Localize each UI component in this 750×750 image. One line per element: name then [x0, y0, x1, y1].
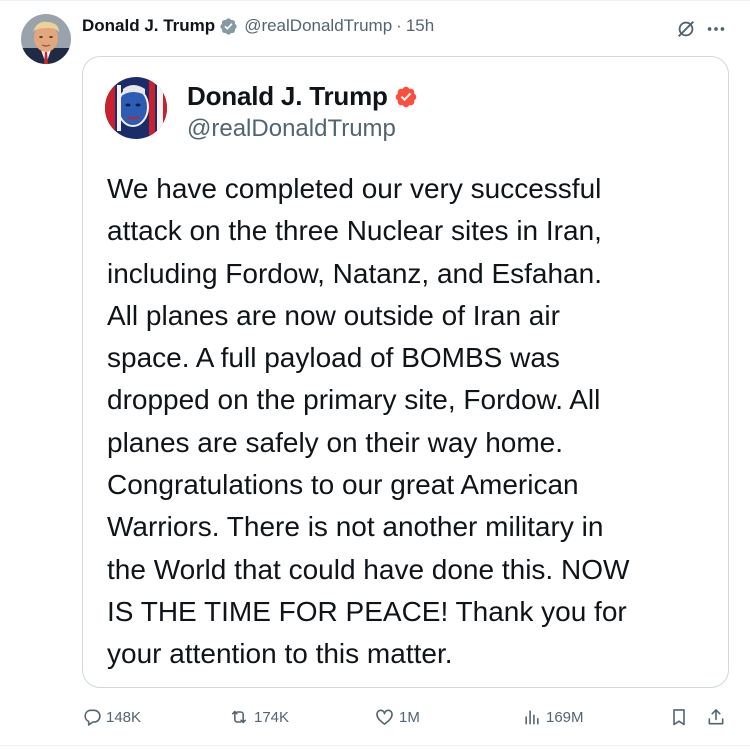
- bookmark-icon: [669, 706, 689, 728]
- views-count: 169M: [546, 708, 584, 726]
- author-name[interactable]: Donald J. Trump: [82, 16, 215, 36]
- reply-count: 148K: [106, 708, 142, 726]
- like-count: 1M: [399, 708, 420, 726]
- top-divider: [0, 0, 750, 1]
- reply-button[interactable]: 148K: [82, 700, 141, 734]
- share-button[interactable]: [706, 700, 726, 734]
- truth-verified-badge-icon[interactable]: [394, 85, 418, 109]
- reply-icon: [82, 707, 102, 727]
- more-icon[interactable]: [704, 18, 728, 40]
- bookmark-button[interactable]: [669, 700, 689, 734]
- separator-dot: ·: [396, 16, 402, 35]
- action-bar: 148K 174K 1M 169M: [0, 700, 750, 734]
- heart-icon: [374, 707, 395, 727]
- verified-badge-icon[interactable]: [219, 17, 238, 36]
- quoted-author-handle[interactable]: @realDonaldTrump: [187, 115, 396, 143]
- author-avatar[interactable]: [21, 14, 71, 64]
- grok-icon[interactable]: [675, 18, 697, 40]
- repost-count: 174K: [254, 708, 290, 726]
- quoted-post-card[interactable]: Donald J. Trump @realDonaldTrump We have…: [82, 56, 729, 688]
- author-handle[interactable]: @realDonaldTrump: [244, 16, 392, 36]
- repost-icon: [228, 707, 250, 727]
- views-button[interactable]: 169M: [522, 700, 584, 734]
- share-icon: [706, 706, 726, 728]
- repost-button[interactable]: 174K: [228, 700, 289, 734]
- views-icon: [522, 707, 542, 727]
- quoted-author-avatar[interactable]: [105, 77, 167, 139]
- bottom-divider: [0, 745, 750, 746]
- like-button[interactable]: 1M: [374, 700, 420, 734]
- post-header: Donald J. Trump @realDonaldTrump · 15h: [82, 14, 434, 38]
- quoted-post-text: We have completed our very successful at…: [107, 173, 630, 670]
- quoted-author-name[interactable]: Donald J. Trump: [187, 81, 388, 112]
- post-timestamp[interactable]: 15h: [406, 16, 434, 36]
- quoted-author-row: Donald J. Trump: [187, 81, 418, 112]
